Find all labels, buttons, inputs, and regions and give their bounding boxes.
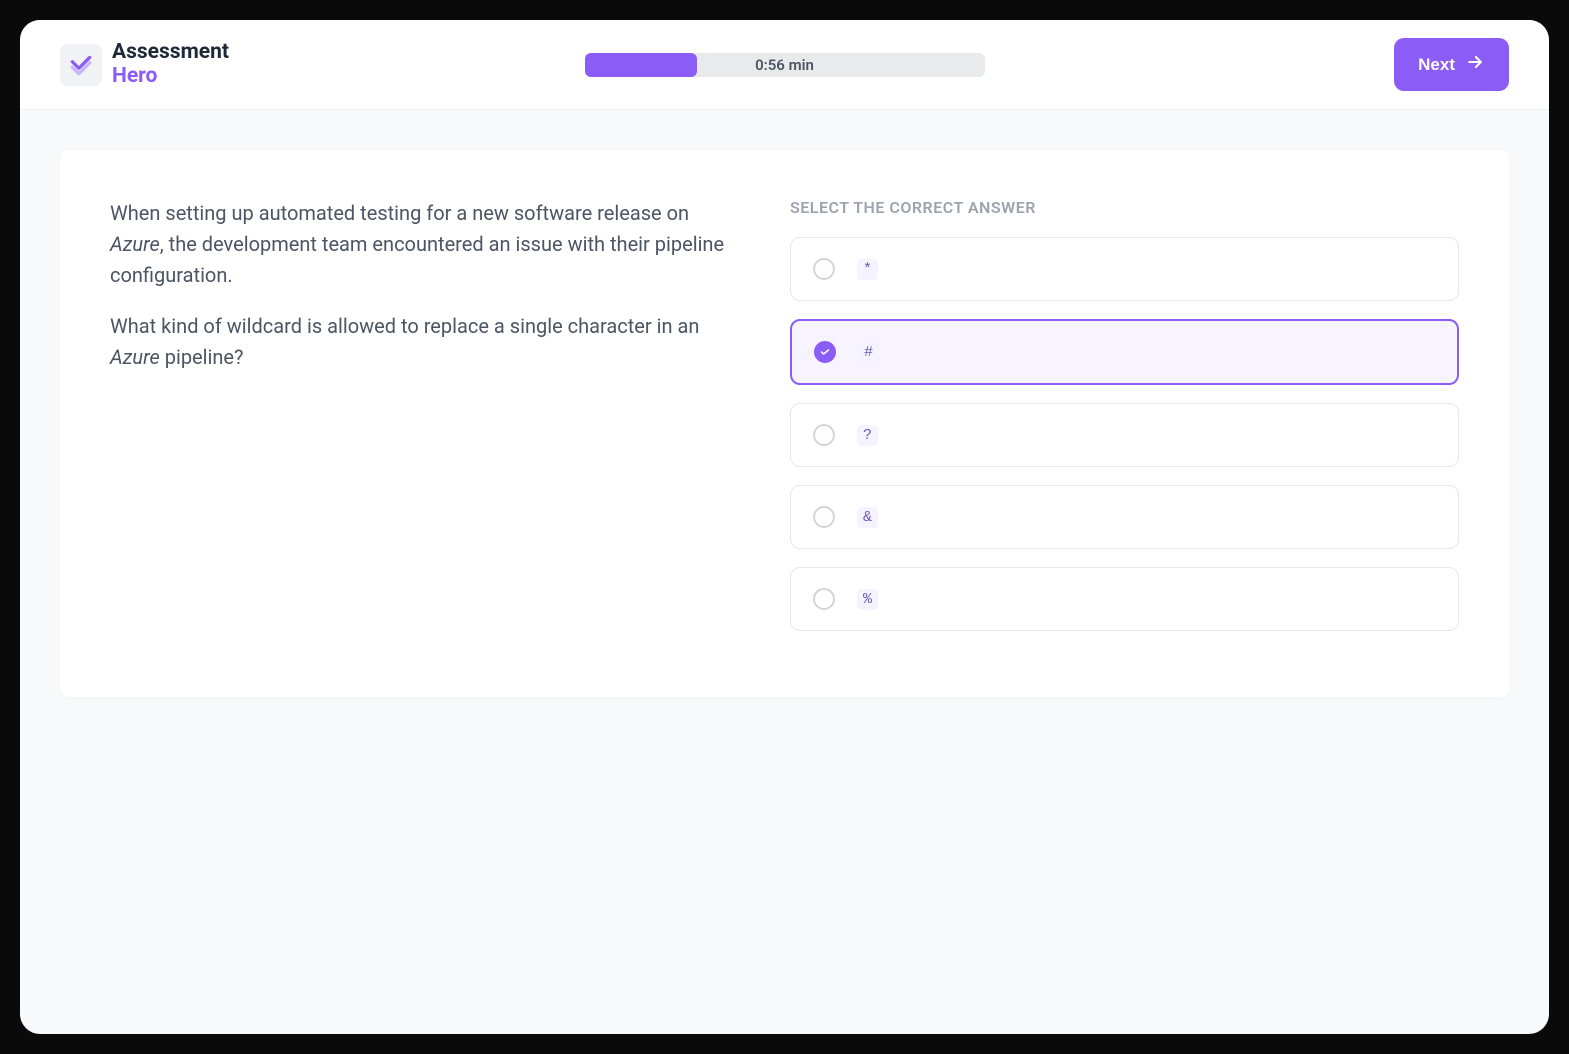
- question-paragraph-2: What kind of wildcard is allowed to repl…: [110, 311, 730, 373]
- next-button-label: Next: [1418, 55, 1455, 75]
- logo: Assessment Hero: [60, 41, 229, 87]
- answers-title: SELECT THE CORRECT ANSWER: [790, 198, 1459, 217]
- next-button[interactable]: Next: [1394, 38, 1509, 91]
- arrow-right-icon: [1465, 52, 1485, 77]
- question-p2-pre: What kind of wildcard is allowed to repl…: [110, 314, 699, 338]
- logo-line1: Assessment: [112, 41, 229, 64]
- answer-option-1[interactable]: #: [790, 319, 1459, 385]
- timer-label: 0:56 min: [585, 56, 985, 74]
- question-card: When setting up automated testing for a …: [60, 150, 1509, 697]
- answer-option-3[interactable]: &: [790, 485, 1459, 549]
- content: When setting up automated testing for a …: [20, 110, 1549, 737]
- option-text: ?: [857, 425, 878, 446]
- app-window: Assessment Hero 0:56 min Next When setti…: [20, 20, 1549, 1034]
- question-p2-em: Azure: [110, 345, 160, 369]
- header: Assessment Hero 0:56 min Next: [20, 20, 1549, 110]
- logo-text: Assessment Hero: [112, 41, 229, 87]
- option-text: &: [857, 507, 878, 528]
- question-p1-em: Azure: [110, 232, 160, 256]
- option-text: %: [857, 589, 878, 610]
- answers-column: SELECT THE CORRECT ANSWER * #: [790, 198, 1459, 649]
- radio-icon: [813, 258, 835, 280]
- progress-bar: 0:56 min: [585, 53, 985, 77]
- question-p1-pre: When setting up automated testing for a …: [110, 201, 689, 225]
- radio-icon: [813, 506, 835, 528]
- question-p2-post: pipeline?: [160, 345, 244, 369]
- answer-option-4[interactable]: %: [790, 567, 1459, 631]
- radio-icon: [813, 424, 835, 446]
- radio-icon: [813, 588, 835, 610]
- answer-option-0[interactable]: *: [790, 237, 1459, 301]
- answer-option-2[interactable]: ?: [790, 403, 1459, 467]
- option-text: *: [857, 259, 878, 280]
- option-text: #: [858, 342, 879, 363]
- radio-checked-icon: [814, 341, 836, 363]
- question-column: When setting up automated testing for a …: [110, 198, 730, 649]
- logo-line2: Hero: [112, 65, 229, 88]
- question-paragraph-1: When setting up automated testing for a …: [110, 198, 730, 291]
- question-p1-post: , the development team encountered an is…: [110, 232, 724, 287]
- logo-icon: [60, 44, 102, 86]
